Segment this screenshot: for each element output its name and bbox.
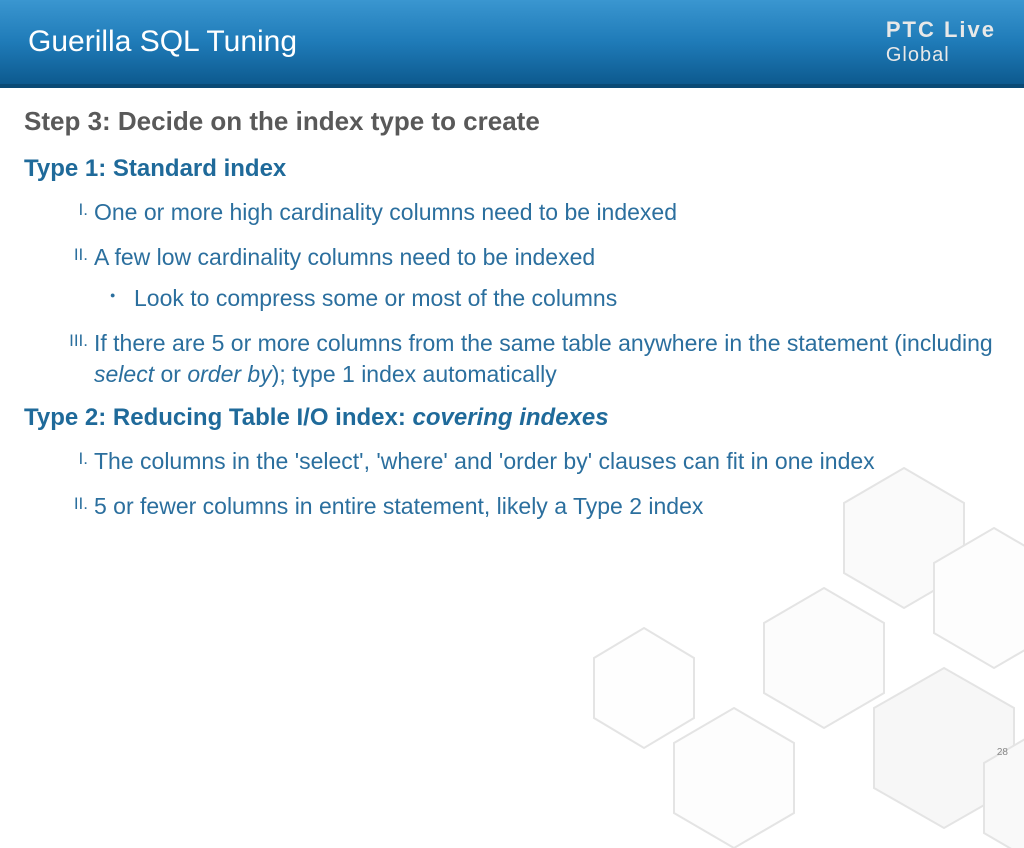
step-heading: Step 3: Decide on the index type to crea… bbox=[24, 106, 1000, 137]
slide-title: Guerilla SQL Tuning bbox=[28, 25, 297, 59]
type2-heading: Type 2: Reducing Table I/O index: coveri… bbox=[24, 404, 1000, 432]
list-item: II. 5 or fewer columns in entire stateme… bbox=[94, 491, 1000, 522]
brand-top: PTC Live bbox=[886, 17, 996, 43]
list-text: One or more high cardinality columns nee… bbox=[94, 199, 677, 225]
list-text: The columns in the 'select', 'where' and… bbox=[94, 448, 875, 474]
list-text: If there are 5 or more columns from the … bbox=[94, 330, 993, 387]
brand-bottom: Global bbox=[886, 43, 996, 67]
brand-logo: PTC Live Global bbox=[886, 17, 996, 67]
type2-list: I. The columns in the 'select', 'where' … bbox=[24, 446, 1000, 522]
list-item: I. The columns in the 'select', 'where' … bbox=[94, 446, 1000, 477]
list-text: 5 or fewer columns in entire statement, … bbox=[94, 493, 703, 519]
type1-list: I. One or more high cardinality columns … bbox=[24, 197, 1000, 390]
list-marker: II. bbox=[50, 244, 88, 267]
list-text: A few low cardinality columns need to be… bbox=[94, 244, 595, 270]
sub-list-item: Look to compress some or most of the col… bbox=[134, 283, 1000, 314]
type1-heading: Type 1: Standard index bbox=[24, 155, 1000, 183]
slide-header: Guerilla SQL Tuning PTC Live Global bbox=[0, 0, 1024, 88]
list-marker: I. bbox=[50, 448, 88, 471]
sub-list: Look to compress some or most of the col… bbox=[94, 283, 1000, 314]
page-number: 28 bbox=[997, 747, 1008, 758]
list-item: III. If there are 5 or more columns from… bbox=[94, 328, 1000, 390]
list-marker: II. bbox=[50, 493, 88, 516]
list-marker: III. bbox=[50, 330, 88, 353]
list-item: I. One or more high cardinality columns … bbox=[94, 197, 1000, 228]
list-marker: I. bbox=[50, 199, 88, 222]
slide-content: Step 3: Decide on the index type to crea… bbox=[0, 88, 1024, 554]
list-item: II. A few low cardinality columns need t… bbox=[94, 242, 1000, 314]
